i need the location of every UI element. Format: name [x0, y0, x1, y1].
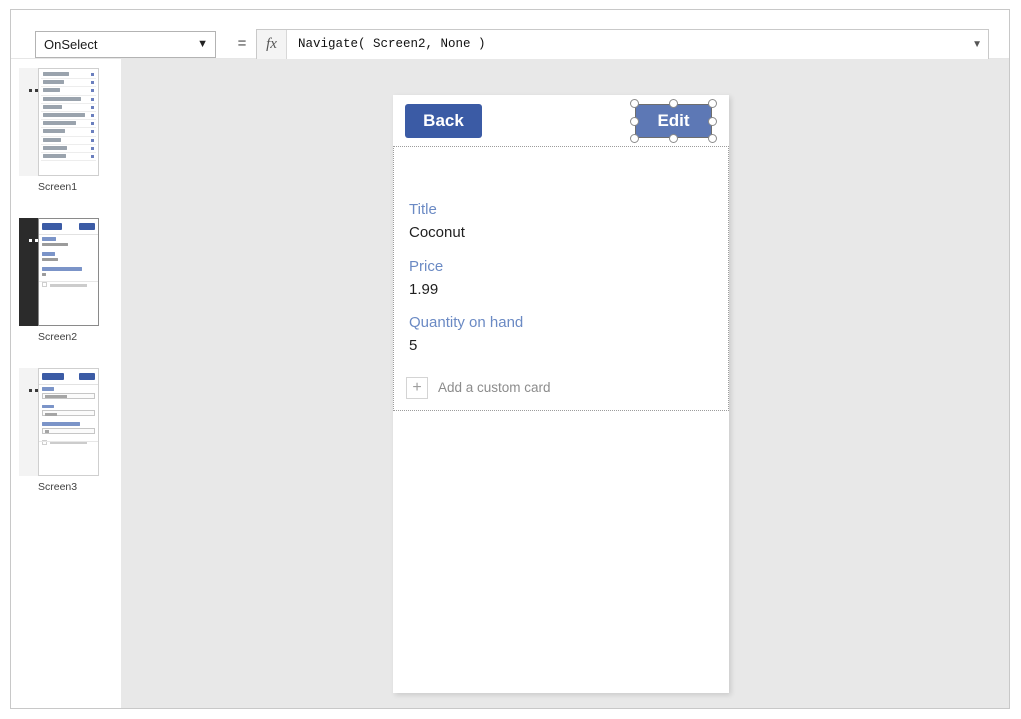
- mini-gallery-row: [41, 112, 96, 120]
- field-label: Quantity on hand: [409, 313, 523, 332]
- plus-icon: +: [406, 377, 428, 399]
- screen-thumbnail-strip: [19, 218, 38, 326]
- chevron-right-icon: [91, 114, 94, 117]
- mini-cancel-button: [42, 373, 64, 380]
- mini-gallery-row: [41, 79, 96, 87]
- chevron-right-icon: [91, 73, 94, 76]
- resize-handle-s[interactable]: [669, 134, 678, 143]
- mini-gallery-row: [41, 153, 96, 161]
- chevron-right-icon: [91, 122, 94, 125]
- screen-thumbnail-label: Screen3: [38, 481, 118, 493]
- field-value: 1.99: [409, 280, 443, 300]
- resize-handle-e[interactable]: [708, 117, 717, 126]
- mini-gallery-row: [41, 120, 96, 128]
- mini-add-card: [42, 282, 95, 288]
- mini-gallery: [41, 71, 96, 161]
- formula-input-wrapper: fx Navigate( Screen2, None ) ▼: [256, 29, 989, 60]
- fx-icon: fx: [257, 30, 287, 59]
- display-form[interactable]: Title Coconut Price 1.99 Quantity on han…: [393, 146, 729, 411]
- field-label: Title: [409, 200, 465, 219]
- screen-thumbnail-preview: [38, 218, 99, 326]
- formula-expand-icon[interactable]: ▼: [972, 30, 982, 59]
- design-canvas[interactable]: Back Edit Title Coconut: [121, 59, 1009, 708]
- form-field-title[interactable]: Title Coconut: [409, 200, 465, 243]
- chevron-right-icon: [91, 81, 94, 84]
- property-dropdown-value: OnSelect: [44, 37, 97, 52]
- equals-sign: =: [233, 35, 251, 52]
- mini-gallery-row: [41, 87, 96, 95]
- resize-handle-se[interactable]: [708, 134, 717, 143]
- resize-handle-nw[interactable]: [630, 99, 639, 108]
- mini-gallery-row: [41, 71, 96, 79]
- back-button[interactable]: Back: [405, 104, 482, 138]
- chevron-right-icon: [91, 98, 94, 101]
- mini-header: [39, 369, 98, 385]
- chevron-right-icon: [91, 147, 94, 150]
- mini-gallery-row: [41, 104, 96, 112]
- screen-thumbnail-preview: [38, 368, 99, 476]
- screen-thumbnail-screen1[interactable]: Screen1: [11, 68, 121, 216]
- mini-edit-button: [79, 223, 95, 230]
- chevron-right-icon: [91, 130, 94, 133]
- phone-screen-preview: Back Edit Title Coconut: [393, 95, 729, 693]
- mini-header: [39, 219, 98, 235]
- screen-thumbnail-preview: [38, 68, 99, 176]
- mini-gallery-row: [41, 137, 96, 145]
- formula-bar: OnSelect ▼ = fx Navigate( Screen2, None …: [11, 10, 1009, 59]
- screen-thumbnail-screen2[interactable]: Screen2: [11, 218, 121, 366]
- mini-form: [42, 387, 95, 446]
- resize-handle-ne[interactable]: [708, 99, 717, 108]
- screens-rail: Screen1: [11, 59, 122, 708]
- powerapps-studio: OnSelect ▼ = fx Navigate( Screen2, None …: [10, 9, 1010, 709]
- chevron-right-icon: [91, 155, 94, 158]
- screen-thumbnail-strip: [19, 368, 38, 476]
- mini-back-button: [42, 223, 62, 230]
- screen-thumbnail-strip: [19, 68, 38, 176]
- screen-thumbnail-label: Screen1: [38, 181, 118, 193]
- chevron-down-icon: ▼: [197, 32, 208, 57]
- resize-handle-n[interactable]: [669, 99, 678, 108]
- field-label: Price: [409, 257, 443, 276]
- formula-input[interactable]: Navigate( Screen2, None ): [288, 30, 966, 59]
- edit-button[interactable]: Edit: [635, 104, 712, 138]
- mini-gallery-row: [41, 128, 96, 136]
- form-field-quantity-on-hand[interactable]: Quantity on hand 5: [409, 313, 523, 356]
- field-value: 5: [409, 336, 523, 356]
- chevron-right-icon: [91, 139, 94, 142]
- add-custom-card-label: Add a custom card: [438, 377, 551, 399]
- chevron-right-icon: [91, 106, 94, 109]
- screen-thumbnail-screen3[interactable]: Screen3: [11, 368, 121, 516]
- screen-thumbnail-label: Screen2: [38, 331, 118, 343]
- field-value: Coconut: [409, 223, 465, 243]
- mini-save-button: [79, 373, 95, 380]
- form-field-price[interactable]: Price 1.99: [409, 257, 443, 300]
- screen-header: Back Edit: [393, 95, 729, 146]
- edit-button-selection: Edit: [635, 104, 712, 138]
- resize-handle-w[interactable]: [630, 117, 639, 126]
- chevron-right-icon: [91, 89, 94, 92]
- mini-gallery-row: [41, 145, 96, 153]
- resize-handle-sw[interactable]: [630, 134, 639, 143]
- mini-gallery-row: [41, 96, 96, 104]
- property-dropdown[interactable]: OnSelect ▼: [35, 31, 216, 58]
